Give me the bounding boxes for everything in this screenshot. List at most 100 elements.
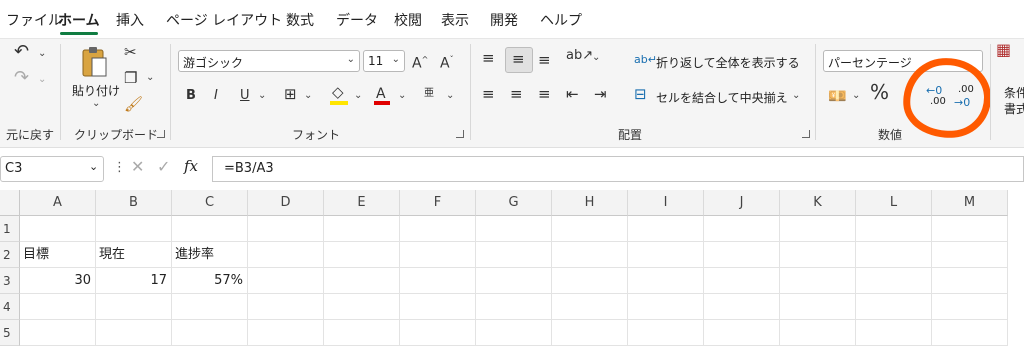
- cell-b5[interactable]: [96, 320, 172, 346]
- column-header-d[interactable]: D: [248, 190, 324, 216]
- merge-center-button[interactable]: セルを結合して中央揃え: [656, 89, 788, 106]
- cell-d5[interactable]: [248, 320, 324, 346]
- cell-i2[interactable]: [628, 242, 704, 268]
- column-header-j[interactable]: J: [704, 190, 780, 216]
- tab-insert[interactable]: 挿入: [116, 10, 144, 30]
- cell-i5[interactable]: [628, 320, 704, 346]
- cell-c4[interactable]: [172, 294, 248, 320]
- cell-m5[interactable]: [932, 320, 1008, 346]
- cell-i1[interactable]: [628, 216, 704, 242]
- cell-m4[interactable]: [932, 294, 1008, 320]
- redo-dropdown-icon[interactable]: ⌄: [38, 74, 46, 85]
- paste-icon[interactable]: [80, 46, 108, 78]
- align-middle-button[interactable]: ≡: [505, 47, 533, 73]
- cell-l1[interactable]: [856, 216, 932, 242]
- cell-h4[interactable]: [552, 294, 628, 320]
- conditional-format-icon[interactable]: ▦: [996, 42, 1011, 58]
- cancel-icon[interactable]: ✕: [131, 157, 144, 176]
- align-right-icon[interactable]: ≡: [538, 86, 551, 102]
- clipboard-launcher-icon[interactable]: [157, 130, 165, 138]
- redo-icon[interactable]: ↷: [14, 69, 29, 87]
- underline-icon[interactable]: U: [240, 88, 250, 104]
- column-header-m[interactable]: M: [932, 190, 1008, 216]
- wrap-text-icon[interactable]: ab↵: [634, 52, 657, 68]
- italic-icon[interactable]: I: [214, 88, 218, 104]
- underline-dropdown-icon[interactable]: ⌄: [258, 90, 266, 101]
- copy-dropdown-icon[interactable]: ⌄: [146, 72, 154, 83]
- cell-b2[interactable]: 現在: [96, 242, 172, 268]
- cell-b3[interactable]: 17: [96, 268, 172, 294]
- undo-dropdown-icon[interactable]: ⌄: [38, 48, 46, 59]
- font-size-select[interactable]: 11 ⌄: [363, 50, 405, 72]
- row-header-5[interactable]: 5: [0, 320, 20, 346]
- select-all-corner[interactable]: [0, 190, 20, 216]
- fill-color-icon[interactable]: ◇: [332, 84, 344, 100]
- cell-m1[interactable]: [932, 216, 1008, 242]
- tab-home[interactable]: ホーム: [58, 10, 100, 30]
- column-header-l[interactable]: L: [856, 190, 932, 216]
- tab-page-layout[interactable]: ページ レイアウト: [166, 10, 282, 30]
- cell-l5[interactable]: [856, 320, 932, 346]
- cell-h5[interactable]: [552, 320, 628, 346]
- cell-i4[interactable]: [628, 294, 704, 320]
- cell-a4[interactable]: [20, 294, 96, 320]
- row-header-1[interactable]: 1: [0, 216, 20, 242]
- cell-b1[interactable]: [96, 216, 172, 242]
- tab-review[interactable]: 校閲: [394, 10, 422, 30]
- cell-k1[interactable]: [780, 216, 856, 242]
- cell-l2[interactable]: [856, 242, 932, 268]
- currency-icon[interactable]: 💴: [828, 88, 847, 104]
- tab-view[interactable]: 表示: [441, 10, 469, 30]
- tab-data[interactable]: データ: [336, 10, 378, 30]
- fill-color-dropdown-icon[interactable]: ⌄: [354, 90, 362, 101]
- enter-icon[interactable]: ✓: [157, 157, 170, 176]
- cell-l4[interactable]: [856, 294, 932, 320]
- cell-c2[interactable]: 進捗率: [172, 242, 248, 268]
- orientation-dropdown-icon[interactable]: ⌄: [592, 52, 600, 63]
- cell-a1[interactable]: [20, 216, 96, 242]
- cell-a3[interactable]: 30: [20, 268, 96, 294]
- undo-icon[interactable]: ↶: [14, 43, 29, 61]
- cell-l3[interactable]: [856, 268, 932, 294]
- cell-g1[interactable]: [476, 216, 552, 242]
- percent-button[interactable]: %: [870, 82, 889, 102]
- font-color-icon[interactable]: A: [376, 86, 386, 102]
- column-header-a[interactable]: A: [20, 190, 96, 216]
- cell-g3[interactable]: [476, 268, 552, 294]
- cell-k2[interactable]: [780, 242, 856, 268]
- copy-icon[interactable]: ❐: [124, 70, 137, 86]
- column-header-e[interactable]: E: [324, 190, 400, 216]
- merge-dropdown-icon[interactable]: ⌄: [792, 90, 800, 101]
- merge-center-icon[interactable]: ⊟: [634, 86, 647, 102]
- cell-e5[interactable]: [324, 320, 400, 346]
- font-name-select[interactable]: 游ゴシック ⌄: [178, 50, 360, 72]
- align-center-icon[interactable]: ≡: [510, 86, 523, 102]
- cell-h2[interactable]: [552, 242, 628, 268]
- cell-e4[interactable]: [324, 294, 400, 320]
- cell-k4[interactable]: [780, 294, 856, 320]
- cell-f2[interactable]: [400, 242, 476, 268]
- column-header-k[interactable]: K: [780, 190, 856, 216]
- cell-d4[interactable]: [248, 294, 324, 320]
- border-icon[interactable]: ⊞: [284, 86, 297, 102]
- row-header-2[interactable]: 2: [0, 242, 20, 268]
- cell-m3[interactable]: [932, 268, 1008, 294]
- cell-e1[interactable]: [324, 216, 400, 242]
- formula-input[interactable]: =B3/A3: [212, 156, 1024, 182]
- more-icon[interactable]: ⋮: [113, 160, 126, 175]
- column-header-h[interactable]: H: [552, 190, 628, 216]
- currency-dropdown-icon[interactable]: ⌄: [852, 90, 860, 101]
- wrap-text-button[interactable]: 折り返して全体を表示する: [656, 54, 800, 71]
- align-left-icon[interactable]: ≡: [482, 86, 495, 102]
- cell-g4[interactable]: [476, 294, 552, 320]
- cell-b4[interactable]: [96, 294, 172, 320]
- cell-h3[interactable]: [552, 268, 628, 294]
- paste-label[interactable]: 貼り付け: [72, 82, 120, 99]
- cell-e3[interactable]: [324, 268, 400, 294]
- tab-help[interactable]: ヘルプ: [540, 10, 582, 30]
- cell-f3[interactable]: [400, 268, 476, 294]
- cell-j5[interactable]: [704, 320, 780, 346]
- cell-m2[interactable]: [932, 242, 1008, 268]
- column-header-g[interactable]: G: [476, 190, 552, 216]
- cell-d1[interactable]: [248, 216, 324, 242]
